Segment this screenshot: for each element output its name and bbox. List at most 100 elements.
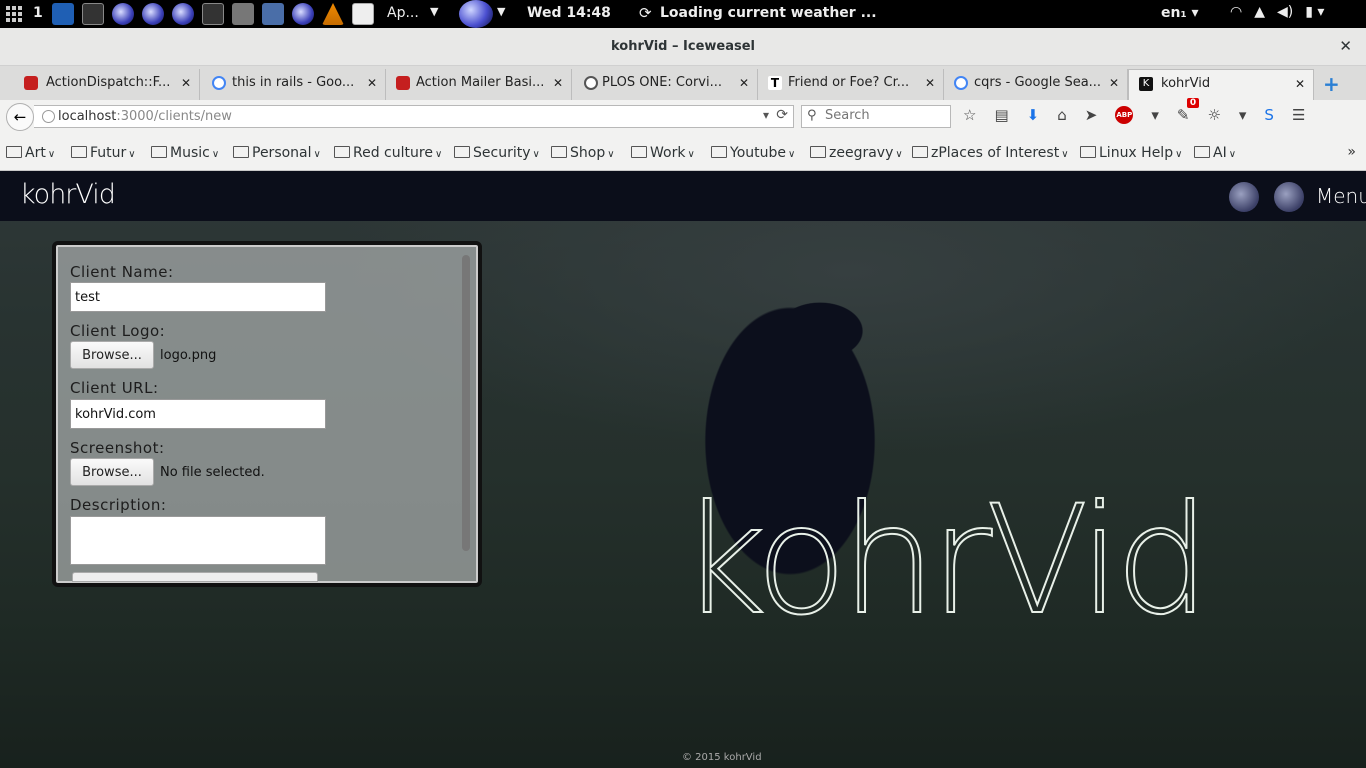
folder-icon	[233, 146, 249, 158]
tab-plos-one[interactable]: PLOS ONE: Corvi... ✕	[572, 69, 758, 100]
tab-actiondispatch[interactable]: ActionDispatch::F... ✕	[0, 69, 200, 100]
twitter-icon[interactable]	[1274, 182, 1304, 212]
site-logo[interactable]: kohrVid	[20, 179, 116, 210]
terminal-launcher-icon[interactable]	[82, 3, 104, 25]
folder-icon	[334, 146, 350, 158]
bookmark-label: Work	[650, 145, 686, 161]
keyboard-layout[interactable]: en₁ ▾	[1161, 5, 1199, 21]
text-editor-launcher-icon[interactable]	[352, 3, 374, 25]
terminal-launcher-icon-2[interactable]	[202, 3, 224, 25]
bookmark-folder-music[interactable]: Music ∨	[151, 145, 219, 161]
github-icon[interactable]	[1229, 182, 1259, 212]
vlc-launcher-icon[interactable]	[322, 3, 344, 25]
menu-button[interactable]: Menu	[1316, 184, 1366, 208]
sync-icon[interactable]: S	[1264, 106, 1274, 124]
reload-icon[interactable]: ⟳	[776, 107, 788, 123]
site-identity-icon[interactable]	[42, 110, 55, 123]
site-navbar: kohrVid Menu	[0, 171, 1366, 221]
desktop-launcher-icon[interactable]	[52, 3, 74, 25]
browser-launcher-icon-3[interactable]	[172, 3, 194, 25]
folder-icon	[151, 146, 167, 158]
bookmark-folder-youtube[interactable]: Youtube ∨	[711, 145, 795, 161]
volume-icon[interactable]: ◀)	[1277, 4, 1293, 20]
client-logo-browse-button[interactable]: Browse...	[70, 341, 154, 369]
description-textarea[interactable]	[70, 516, 326, 565]
back-button[interactable]: ←	[6, 103, 34, 131]
new-tab-icon[interactable]: +	[1323, 72, 1340, 96]
apps-grid-icon[interactable]	[6, 6, 22, 22]
bookmark-folder-futur[interactable]: Futur ∨	[71, 145, 136, 161]
system-tray[interactable]: ◠ ▲ ◀) ▮ ▾	[1230, 4, 1324, 20]
folder-icon	[6, 146, 22, 158]
bookmark-folder-security[interactable]: Security ∨	[454, 145, 540, 161]
tab-cqrs[interactable]: cqrs - Google Sea... ✕	[944, 69, 1128, 100]
hamburger-menu-icon[interactable]: ☰	[1292, 106, 1305, 124]
bookmark-folder-linux-help[interactable]: Linux Help ∨	[1080, 145, 1182, 161]
wifi-icon[interactable]: ◠	[1230, 4, 1242, 20]
bookmark-label: zeegravy	[829, 145, 894, 161]
chevron-down-icon[interactable]: ▼	[497, 5, 505, 18]
bookmark-folder-personal[interactable]: Personal ∨	[233, 145, 321, 161]
lock-icon[interactable]: ▲	[1254, 4, 1265, 20]
more-bookmarks-icon[interactable]: »	[1347, 144, 1356, 160]
chevron-down-icon[interactable]: ▾	[1239, 106, 1247, 124]
screenshot-browse-button[interactable]: Browse...	[70, 458, 154, 486]
reload-icon[interactable]: ⟳	[639, 4, 652, 22]
client-url-input[interactable]	[70, 399, 326, 429]
close-tab-icon[interactable]: ✕	[739, 69, 749, 97]
close-tab-icon[interactable]: ✕	[181, 69, 191, 97]
close-tab-icon[interactable]: ✕	[925, 69, 935, 97]
url-bar[interactable]: localhost:3000/clients/new ▾ ⟳	[34, 105, 794, 128]
applications-menu[interactable]: Ap...	[387, 5, 419, 21]
bookmark-folder-places[interactable]: zPlaces of Interest ∨	[912, 145, 1069, 161]
submit-button[interactable]	[72, 572, 318, 582]
client-name-input[interactable]	[70, 282, 326, 312]
tab-label: Friend or Foe? Cr...	[788, 75, 910, 90]
form-scrollbar[interactable]	[462, 255, 470, 551]
url-history-dropdown-icon[interactable]: ▾	[763, 108, 769, 122]
tab-kohrvid[interactable]: K kohrVid ✕	[1128, 69, 1314, 100]
downloads-icon[interactable]: ⬇	[1027, 106, 1040, 124]
bookmark-label: Futur	[90, 145, 127, 161]
chevron-down-icon[interactable]: ▼	[430, 5, 438, 18]
keyboard-layout-label: en₁	[1161, 5, 1187, 21]
window-close-icon[interactable]: ✕	[1339, 37, 1352, 55]
weather-globe-icon[interactable]	[459, 0, 493, 28]
bookmark-folder-art[interactable]: Art ∨	[6, 145, 55, 161]
close-tab-icon[interactable]: ✕	[367, 69, 377, 97]
home-icon[interactable]: ⌂	[1057, 106, 1067, 124]
search-input[interactable]	[825, 108, 945, 123]
clock[interactable]: Wed 14:48	[527, 5, 611, 21]
adblock-plus-icon[interactable]: ABP	[1115, 106, 1134, 124]
bookmark-folder-red-culture[interactable]: Red culture ∨	[334, 145, 442, 161]
tab-this-in-rails[interactable]: this in rails - Goo... ✕	[200, 69, 386, 100]
search-box[interactable]: ⚲	[801, 105, 951, 128]
bookmark-folder-zeegravy[interactable]: zeegravy ∨	[810, 145, 903, 161]
browser-launcher-icon-4[interactable]	[292, 3, 314, 25]
launcher-bar	[52, 3, 374, 25]
url-text[interactable]: localhost:3000/clients/new	[58, 109, 232, 124]
tab-friend-or-foe[interactable]: T Friend or Foe? Cr... ✕	[758, 69, 944, 100]
bookmarks-toolbar: Art ∨ Futur ∨ Music ∨ Personal ∨ Red culture…	[0, 133, 1366, 171]
bookmark-folder-work[interactable]: Work ∨	[631, 145, 695, 161]
reading-list-icon[interactable]: ▤	[994, 106, 1008, 124]
postgres-launcher-icon[interactable]	[262, 3, 284, 25]
weather-status[interactable]: Loading current weather ...	[660, 5, 877, 21]
browser-launcher-icon[interactable]	[112, 3, 134, 25]
bookmark-folder-shop[interactable]: Shop ∨	[551, 145, 615, 161]
bookmark-folder-ai[interactable]: AI ∨	[1194, 145, 1236, 161]
chevron-down-icon[interactable]: ▾	[1151, 106, 1159, 124]
workspace-indicator[interactable]: 1	[33, 5, 43, 21]
files-launcher-icon[interactable]	[232, 3, 254, 25]
browser-launcher-icon-2[interactable]	[142, 3, 164, 25]
close-tab-icon[interactable]: ✕	[1109, 69, 1119, 97]
client-name-label: Client Name:	[70, 263, 174, 281]
tab-action-mailer[interactable]: Action Mailer Basi... ✕	[386, 69, 572, 100]
send-icon[interactable]: ➤	[1085, 106, 1098, 124]
close-tab-icon[interactable]: ✕	[553, 69, 563, 97]
extension-icon[interactable]: ☼	[1207, 106, 1220, 124]
notifications-icon[interactable]: ✎ 0	[1177, 98, 1200, 124]
close-tab-icon[interactable]: ✕	[1295, 70, 1305, 98]
battery-icon[interactable]: ▮ ▾	[1305, 4, 1324, 20]
bookmark-star-icon[interactable]: ☆	[963, 106, 976, 124]
